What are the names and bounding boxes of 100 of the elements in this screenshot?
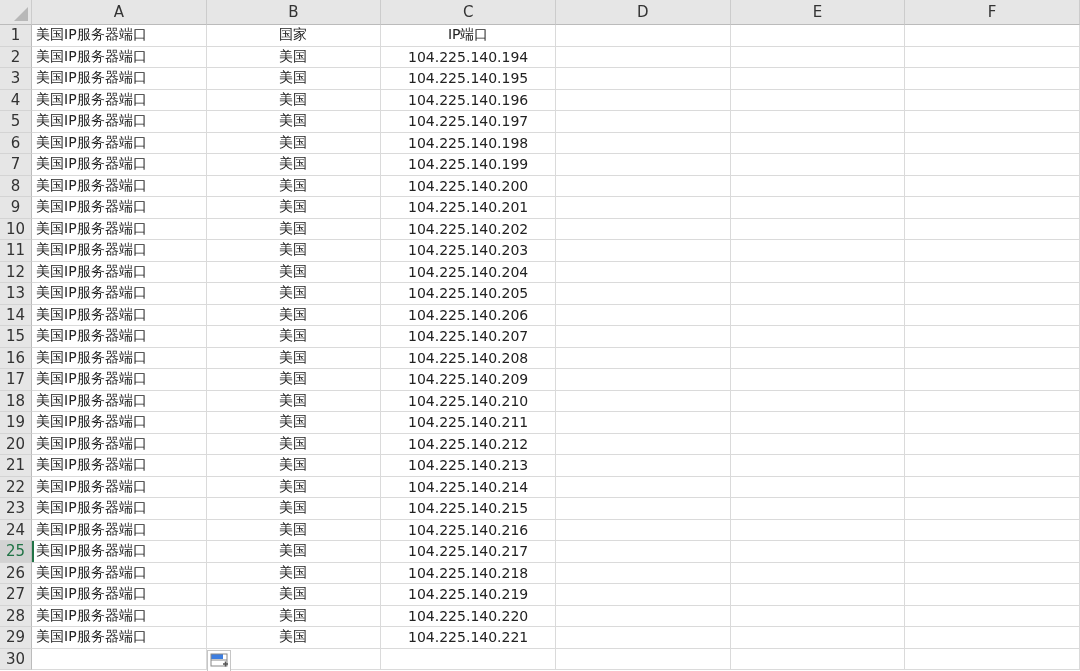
- row-header[interactable]: 25: [0, 541, 32, 563]
- table-cell: 美国IP服务器端口: [32, 261, 207, 283]
- row-header[interactable]: 9: [0, 197, 32, 219]
- row-header[interactable]: 16: [0, 347, 32, 369]
- table-cell: 美国IP服务器端口: [32, 25, 207, 47]
- table-cell: 美国IP服务器端口: [32, 390, 207, 412]
- table-cell: 104.225.140.206: [381, 304, 556, 326]
- table-cell: 美国: [206, 562, 382, 584]
- row-header[interactable]: 2: [0, 46, 32, 68]
- column-header[interactable]: E: [730, 0, 906, 25]
- table-cell: 美国IP服务器端口: [32, 347, 207, 369]
- table-cell: 美国IP服务器端口: [32, 455, 207, 477]
- row-header[interactable]: 24: [0, 519, 32, 541]
- table-cell: 104.225.140.219: [381, 584, 556, 606]
- row-header[interactable]: 10: [0, 218, 32, 240]
- table-cell: 美国: [206, 412, 382, 434]
- table-cell: 104.225.140.220: [381, 605, 556, 627]
- table-cell: 104.225.140.199: [381, 154, 556, 176]
- row-header[interactable]: 30: [0, 648, 32, 670]
- row-header[interactable]: 3: [0, 68, 32, 90]
- table-cell: 美国IP服务器端口: [32, 111, 207, 133]
- table-cell: 104.225.140.209: [381, 369, 556, 391]
- table-cell: 美国IP服务器端口: [32, 175, 207, 197]
- table-cell: 美国IP服务器端口: [32, 283, 207, 305]
- row-header[interactable]: 22: [0, 476, 32, 498]
- table-cell: 美国: [206, 584, 382, 606]
- row-header[interactable]: 7: [0, 154, 32, 176]
- table-cell: 104.225.140.221: [381, 627, 556, 649]
- table-cell: 104.225.140.195: [381, 68, 556, 90]
- table-cell: 美国: [206, 218, 382, 240]
- row-header[interactable]: 6: [0, 132, 32, 154]
- table-cell: 美国: [206, 433, 382, 455]
- table-cell: 美国: [206, 541, 382, 563]
- table-cell: 104.225.140.210: [381, 390, 556, 412]
- row-header[interactable]: 15: [0, 326, 32, 348]
- row-header[interactable]: 21: [0, 455, 32, 477]
- table-cell: 美国: [206, 197, 382, 219]
- table-cell: 美国: [206, 283, 382, 305]
- column-header[interactable]: C: [381, 0, 556, 25]
- row-header[interactable]: 12: [0, 261, 32, 283]
- row-header[interactable]: 8: [0, 175, 32, 197]
- table-cell: 美国: [206, 304, 382, 326]
- row-header[interactable]: 20: [0, 433, 32, 455]
- row-header[interactable]: 4: [0, 89, 32, 111]
- table-cell: 美国IP服务器端口: [32, 197, 207, 219]
- table-cell: 美国: [206, 46, 382, 68]
- table-cell: 美国IP服务器端口: [32, 326, 207, 348]
- row-header[interactable]: 1: [0, 25, 32, 47]
- table-cell: 美国: [206, 175, 382, 197]
- table-cell: 美国: [206, 519, 382, 541]
- row-header[interactable]: 5: [0, 111, 32, 133]
- table-cell: 美国: [206, 326, 382, 348]
- table-cell: 美国IP服务器端口: [32, 154, 207, 176]
- column-header[interactable]: B: [206, 0, 382, 25]
- table-cell: 104.225.140.200: [381, 175, 556, 197]
- table-cell: 美国IP服务器端口: [32, 433, 207, 455]
- table-cell: 104.225.140.196: [381, 89, 556, 111]
- table-cell: 美国IP服务器端口: [32, 627, 207, 649]
- table-cell: 104.225.140.216: [381, 519, 556, 541]
- row-header[interactable]: 17: [0, 369, 32, 391]
- table-cell: 美国IP服务器端口: [32, 369, 207, 391]
- table-cell: 美国: [206, 455, 382, 477]
- row-header[interactable]: 11: [0, 240, 32, 262]
- row-header[interactable]: 29: [0, 627, 32, 649]
- table-cell: 美国: [206, 347, 382, 369]
- table-cell: 美国: [206, 89, 382, 111]
- row-header[interactable]: 19: [0, 412, 32, 434]
- table-cell: 美国: [206, 498, 382, 520]
- table-cell: 美国: [206, 605, 382, 627]
- table-cell: 美国IP服务器端口: [32, 605, 207, 627]
- table-cell: 美国IP服务器端口: [32, 541, 207, 563]
- table-cell: 美国IP服务器端口: [32, 476, 207, 498]
- table-cell: 美国IP服务器端口: [32, 412, 207, 434]
- column-header[interactable]: F: [905, 0, 1080, 25]
- table-cell: 104.225.140.201: [381, 197, 556, 219]
- column-header[interactable]: A: [32, 0, 207, 25]
- triangle-icon: [14, 7, 28, 21]
- table-cell: 104.225.140.215: [381, 498, 556, 520]
- table-cell: 104.225.140.207: [381, 326, 556, 348]
- table-cell: 美国: [206, 240, 382, 262]
- table-cell: 美国IP服务器端口: [32, 46, 207, 68]
- row-header[interactable]: 26: [0, 562, 32, 584]
- table-cell: 美国: [206, 68, 382, 90]
- table-cell: 104.225.140.202: [381, 218, 556, 240]
- row-header[interactable]: 27: [0, 584, 32, 606]
- row-header[interactable]: 13: [0, 283, 32, 305]
- row-header[interactable]: 28: [0, 605, 32, 627]
- table-cell: 104.225.140.211: [381, 412, 556, 434]
- table-cell: 104.225.140.203: [381, 240, 556, 262]
- paste-options-button[interactable]: [206, 649, 231, 671]
- table-cell: 104.225.140.218: [381, 562, 556, 584]
- table-cell: 104.225.140.208: [381, 347, 556, 369]
- row-header[interactable]: 23: [0, 498, 32, 520]
- row-header[interactable]: 14: [0, 304, 32, 326]
- table-cell: 美国: [206, 111, 382, 133]
- row-header[interactable]: 18: [0, 390, 32, 412]
- table-cell: 国家: [206, 25, 382, 47]
- column-header[interactable]: D: [556, 0, 731, 25]
- table-cell: 美国: [206, 476, 382, 498]
- table-cell: 美国: [206, 154, 382, 176]
